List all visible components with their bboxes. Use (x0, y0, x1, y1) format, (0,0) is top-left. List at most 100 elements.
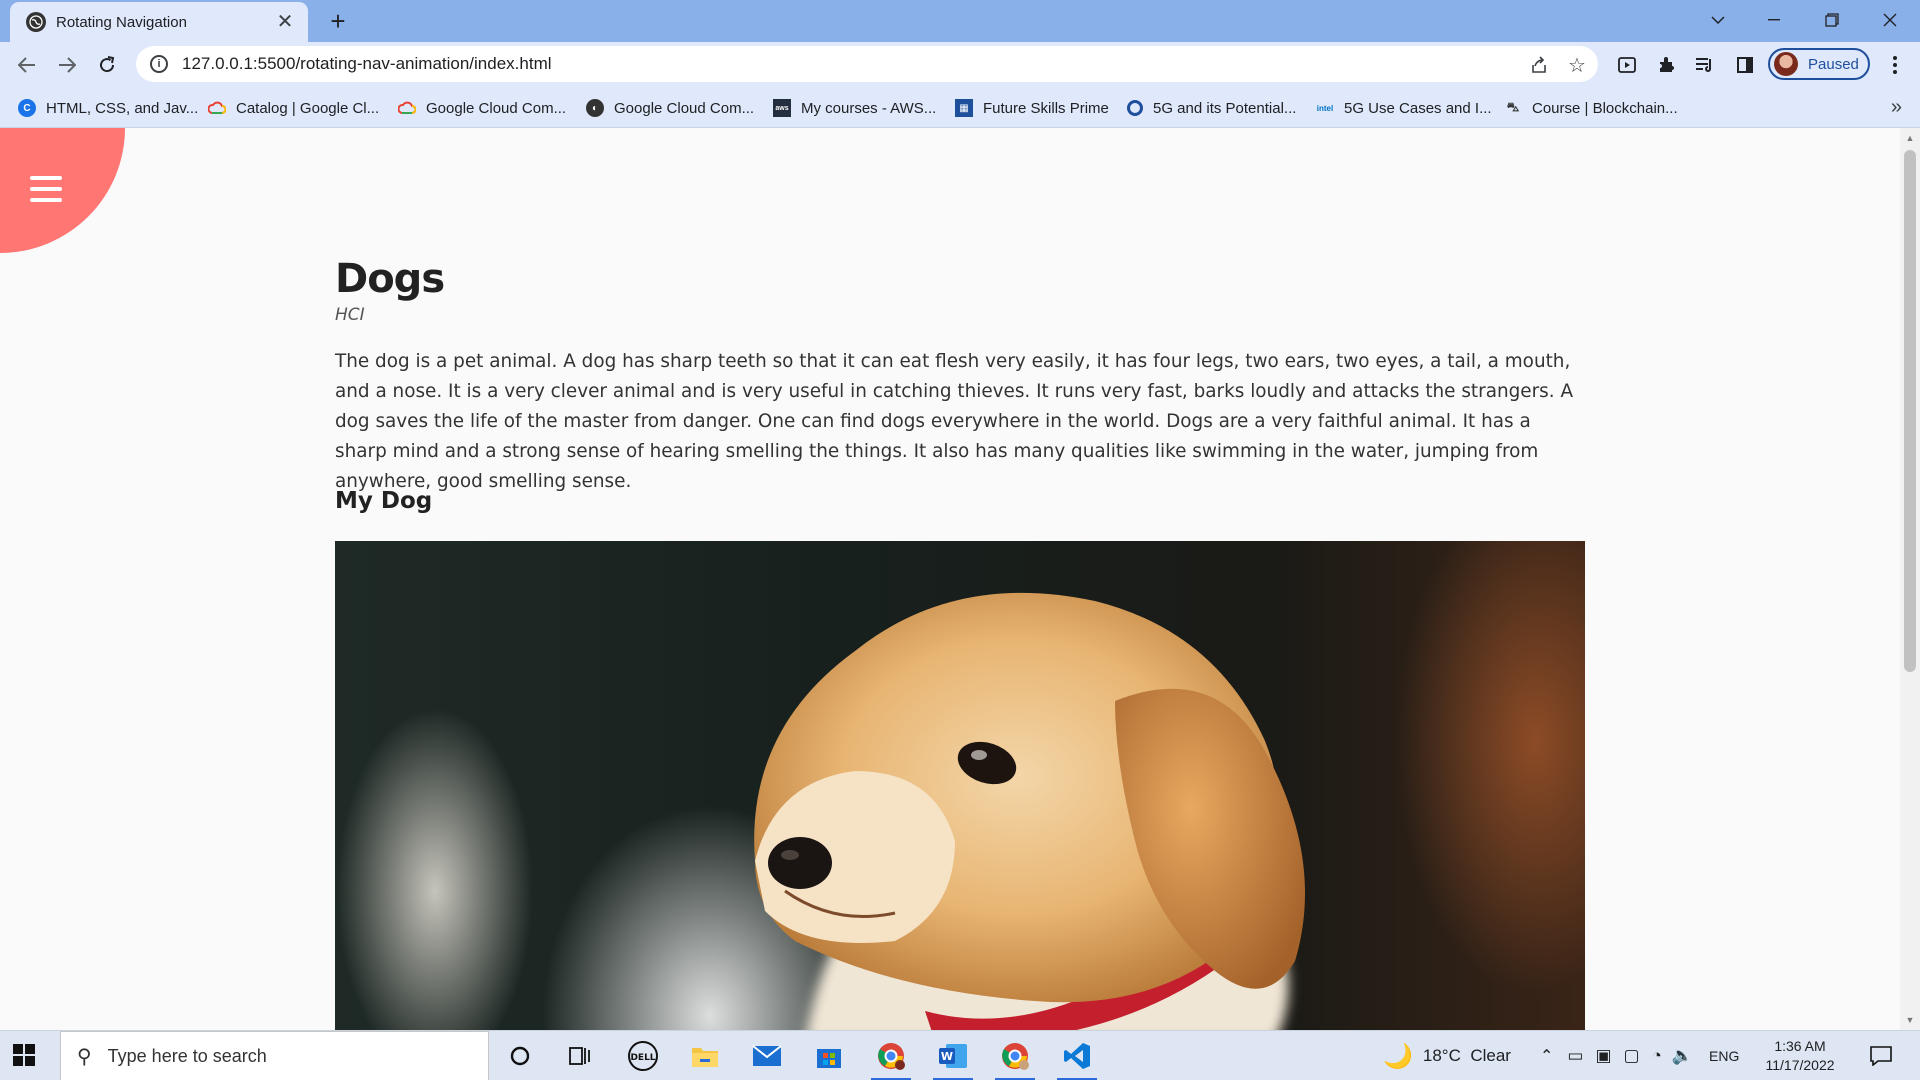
dell-icon[interactable]: DELL (619, 1036, 667, 1076)
aws-icon: aws (773, 99, 791, 117)
language-indicator[interactable]: ENG (1709, 1048, 1739, 1064)
ring-icon (1127, 100, 1143, 116)
bookmark-item[interactable]: aws My courses - AWS... (773, 97, 936, 119)
extensions-puzzle-icon[interactable] (1652, 50, 1682, 80)
page-subtitle: HCI (335, 305, 365, 325)
bookmark-label: Google Cloud Com... (614, 99, 755, 117)
share-icon[interactable] (1526, 52, 1552, 78)
device-icon[interactable]: ▣ (1595, 1046, 1611, 1066)
taskbar-clock[interactable]: 1:36 AM 11/17/2022 (1760, 1037, 1840, 1075)
tab-strip: Rotating Navigation ✕ + (0, 0, 1920, 42)
battery-icon[interactable]: ▭ (1567, 1046, 1583, 1066)
new-tab-button[interactable]: + (322, 6, 354, 38)
globe-icon: ◐ (586, 99, 604, 117)
intel-icon: intel (1316, 103, 1334, 113)
google-cloud-icon (208, 99, 226, 117)
forward-button[interactable] (50, 48, 84, 82)
bookmark-label: Google Cloud Com... (426, 99, 567, 117)
future-skills-icon: ▦ (955, 99, 973, 117)
reading-list-icon[interactable] (1690, 50, 1720, 80)
profile-status: Paused (1808, 55, 1859, 73)
site-info-icon[interactable]: i (150, 55, 168, 73)
scroll-thumb[interactable] (1904, 150, 1916, 672)
search-icon: ⚲ (77, 1045, 92, 1068)
minimize-button[interactable] (1746, 0, 1802, 40)
scroll-down-arrow-icon[interactable]: ▼ (1900, 1012, 1920, 1028)
bookmark-item[interactable]: 5G and its Potential... (1127, 97, 1296, 119)
windows-start-icon[interactable] (12, 1043, 38, 1069)
dog-photo (335, 541, 1585, 1030)
course-icon: ⛍ (1506, 100, 1520, 114)
bookmark-item[interactable]: Catalog | Google Cl... (208, 97, 379, 119)
back-button[interactable] (10, 48, 44, 82)
windows-taskbar: ⚲ Type here to search DELL W 🌙 18°C Clea… (0, 1030, 1920, 1080)
moon-icon: 🌙 (1383, 1042, 1413, 1070)
display-icon[interactable]: ▢ (1624, 1046, 1640, 1066)
taskbar-search-box[interactable]: ⚲ Type here to search (60, 1031, 489, 1080)
c-logo-icon: C (18, 99, 36, 117)
word-icon[interactable]: W (929, 1036, 977, 1080)
section-heading: My Dog (335, 488, 433, 514)
address-bar[interactable]: i 127.0.0.1:5500/rotating-nav-animation/… (136, 46, 1598, 82)
bookmark-item[interactable]: ▦ Future Skills Prime (955, 97, 1109, 119)
google-cloud-icon (398, 99, 416, 117)
more-bookmarks-icon[interactable]: » (1891, 96, 1902, 119)
tab-rotating-navigation[interactable]: Rotating Navigation ✕ (10, 2, 308, 42)
bookmark-item[interactable]: ⛍ Course | Blockchain... (1504, 97, 1678, 119)
bookmark-item[interactable]: C HTML, CSS, and Jav... (18, 97, 198, 119)
bookmark-item[interactable]: ◐ Google Cloud Com... (586, 97, 754, 119)
file-explorer-icon[interactable] (681, 1036, 729, 1076)
page-viewport: Dogs HCI The dog is a pet animal. A dog … (0, 128, 1900, 1030)
chrome-profile-2-icon[interactable] (991, 1036, 1039, 1080)
bookmark-item[interactable]: Google Cloud Com... (398, 97, 566, 119)
svg-text:DELL: DELL (630, 1053, 655, 1063)
bookmarks-bar: C HTML, CSS, and Jav... Catalog | Google… (0, 87, 1920, 128)
article-paragraph: The dog is a pet animal. A dog has sharp… (335, 351, 1574, 492)
notification-center-icon[interactable] (1856, 1036, 1906, 1076)
bookmark-item[interactable]: intel 5G Use Cases and I... (1316, 97, 1492, 119)
volume-icon[interactable]: 🔈 (1672, 1046, 1693, 1066)
profile-button[interactable]: Paused (1768, 48, 1870, 80)
bookmark-label: 5G Use Cases and I... (1344, 99, 1492, 117)
weather-widget[interactable]: 🌙 18°C Clear (1383, 1031, 1511, 1080)
scroll-up-arrow-icon[interactable]: ▲ (1900, 130, 1920, 146)
avatar (1774, 52, 1798, 76)
bookmark-label: HTML, CSS, and Jav... (46, 99, 199, 117)
more-menu-icon[interactable] (1880, 50, 1910, 80)
bookmark-star-icon[interactable]: ☆ (1564, 52, 1590, 78)
wifi-icon[interactable]: ◔ (1652, 1046, 1662, 1066)
weather-text: 18°C Clear (1422, 1046, 1511, 1065)
globe-icon (26, 12, 46, 32)
system-tray: ⌃ ▭ ▣ ▢ ◔ 🔈 ENG (1540, 1031, 1739, 1080)
browser-toolbar: i 127.0.0.1:5500/rotating-nav-animation/… (0, 42, 1920, 87)
page-title: Dogs (335, 256, 445, 302)
bookmark-label: Catalog | Google Cl... (236, 99, 380, 117)
tab-search-chevron-icon[interactable] (1690, 0, 1746, 40)
vscode-icon[interactable] (1053, 1036, 1101, 1080)
close-window-button[interactable] (1862, 0, 1918, 40)
mail-icon[interactable] (743, 1036, 791, 1076)
page-scrollbar[interactable]: ▲ ▼ (1900, 128, 1920, 1030)
tab-title: Rotating Navigation (56, 13, 187, 31)
clock-date: 11/17/2022 (1765, 1057, 1835, 1073)
side-panel-icon[interactable] (1730, 50, 1760, 80)
search-placeholder: Type here to search (107, 1045, 267, 1066)
task-view-icon[interactable] (556, 1036, 604, 1076)
restore-button[interactable] (1804, 0, 1860, 40)
hamburger-menu-icon[interactable] (30, 176, 62, 202)
bookmark-label: My courses - AWS... (801, 99, 937, 117)
chevron-up-icon[interactable]: ⌃ (1540, 1046, 1553, 1066)
cortana-icon[interactable] (496, 1036, 544, 1076)
svg-text:W: W (941, 1050, 953, 1063)
url-text: 127.0.0.1:5500/rotating-nav-animation/in… (182, 54, 552, 73)
chrome-profile-1-icon[interactable] (867, 1036, 915, 1080)
bookmark-label: Course | Blockchain... (1532, 99, 1678, 117)
close-tab-icon[interactable]: ✕ (274, 11, 296, 33)
bookmark-label: Future Skills Prime (983, 99, 1109, 117)
rotating-nav-circle (0, 128, 125, 253)
bookmark-label: 5G and its Potential... (1153, 99, 1297, 117)
clock-time: 1:36 AM (1774, 1038, 1826, 1054)
microsoft-store-icon[interactable] (805, 1036, 853, 1076)
reload-button[interactable] (90, 48, 124, 82)
media-router-icon[interactable] (1612, 50, 1642, 80)
